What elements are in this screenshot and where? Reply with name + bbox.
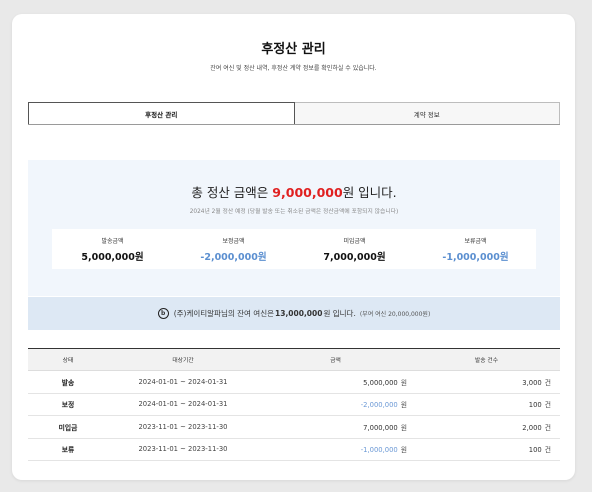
held-amount-value: -1,000,000원: [442, 251, 509, 263]
row-count: 3,000 건: [413, 370, 560, 394]
company-logo-icon: b: [157, 308, 169, 319]
total-suffix: 원 입니다.: [342, 185, 397, 200]
total-prefix: 총 정산 금액은: [191, 185, 269, 200]
row-period: 2024-01-01 ~ 2024-01-31: [108, 393, 258, 416]
unpaid-amount-box: 미입금액 7,000,000원: [294, 229, 415, 269]
settlement-table: 상태 대상기간 금액 발송 건수 발송 2024-01-01 ~ 2024-01…: [28, 348, 560, 461]
row-amount: 7,000,000 원: [258, 415, 413, 439]
header-amount: 금액: [258, 348, 413, 371]
header-count: 발송 건수: [413, 348, 560, 371]
count-unit: 건: [544, 446, 551, 455]
row-amount: -2,000,000 원: [258, 393, 413, 416]
count-value: 100: [528, 446, 542, 455]
unpaid-amount-value: 7,000,000원: [323, 251, 386, 263]
header-status: 상태: [28, 348, 108, 371]
amount-value: 5,000,000: [363, 378, 398, 387]
tab-bar: 후정산 관리 계약 정보: [28, 102, 560, 125]
held-amount-box: 보류금액 -1,000,000원: [415, 229, 536, 269]
count-value: 100: [528, 401, 542, 410]
table-row: 발송 2024-01-01 ~ 2024-01-31 5,000,000 원 3,…: [28, 370, 560, 394]
table-header-row: 상태 대상기간 금액 발송 건수: [28, 348, 560, 371]
unpaid-amount-label: 미입금액: [343, 237, 366, 245]
adjustment-amount-box: 보정금액 -2,000,000원: [173, 229, 294, 269]
row-period: 2023-11-01 ~ 2023-11-30: [108, 415, 258, 439]
sent-amount-value: 5,000,000원: [81, 251, 144, 263]
row-count: 100 건: [413, 393, 560, 416]
row-status: 보류: [28, 438, 108, 461]
sent-amount-box: 발송금액 5,000,000원: [52, 229, 173, 269]
credit-suffix: 원 입니다.: [323, 309, 356, 318]
amount-unit: 원: [400, 401, 407, 410]
amount-breakdown: 발송금액 5,000,000원 보정금액 -2,000,000원 미입금액 7,…: [52, 229, 536, 269]
count-unit: 건: [544, 401, 551, 410]
row-count: 100 건: [413, 438, 560, 461]
table-row: 미입금 2023-11-01 ~ 2023-11-30 7,000,000 원 2…: [28, 415, 560, 439]
remaining-credit-bar: b (주)케이티알파님의 잔여 여신은 13,000,000 원 입니다. (부여…: [28, 297, 560, 330]
header-period: 대상기간: [108, 348, 258, 371]
row-amount: 5,000,000 원: [258, 370, 413, 394]
tab-settlement-management[interactable]: 후정산 관리: [28, 102, 295, 125]
count-unit: 건: [544, 423, 551, 432]
credit-limit: (부여 여신 20,000,000원): [359, 311, 431, 318]
count-value: 2,000: [522, 423, 542, 432]
table-row: 보류 2023-11-01 ~ 2023-11-30 -1,000,000 원 1…: [28, 438, 560, 461]
credit-prefix: (주)케이티알파님의 잔여 여신은: [173, 309, 275, 318]
row-amount: -1,000,000 원: [258, 438, 413, 461]
amount-value: 7,000,000: [363, 423, 398, 432]
amount-unit: 원: [400, 423, 407, 432]
table-row: 보정 2024-01-01 ~ 2024-01-31 -2,000,000 원 1…: [28, 393, 560, 416]
total-settlement-line: 총 정산 금액은 9,000,000원 입니다.: [28, 182, 560, 201]
tab-divider: [28, 124, 560, 125]
amount-unit: 원: [400, 378, 407, 387]
main-card: 후정산 관리 잔여 여신 및 정산 내역, 후정산 계약 정보를 확인하실 수 …: [12, 14, 575, 480]
total-amount: 9,000,000: [272, 185, 343, 200]
amount-unit: 원: [400, 446, 407, 455]
row-status: 보정: [28, 393, 108, 416]
tab-contract-info[interactable]: 계약 정보: [294, 102, 560, 125]
adjustment-amount-label: 보정금액: [222, 237, 245, 245]
count-value: 3,000: [522, 378, 542, 387]
credit-amount: 13,000,000: [275, 309, 323, 318]
held-amount-label: 보류금액: [464, 237, 487, 245]
settlement-note: 2024년 2월 정산 예정 (당월 발송 또는 취소된 금액은 정산금액에 포…: [189, 209, 399, 215]
page-title: 후정산 관리: [261, 42, 326, 57]
adjustment-amount-value: -2,000,000원: [200, 251, 267, 263]
row-period: 2024-01-01 ~ 2024-01-31: [108, 370, 258, 394]
settlement-summary: 총 정산 금액은 9,000,000원 입니다. 2024년 2월 정산 예정 …: [28, 160, 560, 296]
row-status: 미입금: [28, 415, 108, 439]
row-status: 발송: [28, 370, 108, 394]
row-period: 2023-11-01 ~ 2023-11-30: [108, 438, 258, 461]
count-unit: 건: [544, 378, 551, 387]
amount-value: -2,000,000: [360, 401, 398, 410]
sent-amount-label: 발송금액: [101, 237, 124, 245]
amount-value: -1,000,000: [360, 446, 398, 455]
row-count: 2,000 건: [413, 415, 560, 439]
page-subtitle: 잔여 여신 및 정산 내역, 후정산 계약 정보를 확인하실 수 있습니다.: [210, 65, 377, 72]
